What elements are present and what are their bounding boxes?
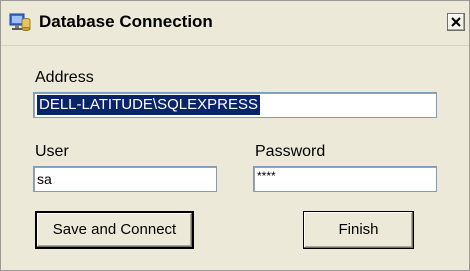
finish-button[interactable]: Finish [303, 211, 414, 249]
user-label: User [35, 143, 69, 160]
dialog-body: Address DELL-LATITUDE\SQLEXPRESS User sa… [2, 46, 468, 270]
address-input[interactable]: DELL-LATITUDE\SQLEXPRESS [33, 92, 437, 118]
close-button[interactable] [447, 13, 465, 31]
user-value: sa [37, 171, 52, 187]
database-app-icon [9, 11, 31, 33]
password-input[interactable]: **** [253, 166, 437, 192]
title-bar[interactable]: Database Connection [1, 1, 469, 46]
window-title: Database Connection [39, 12, 213, 31]
password-label: Password [255, 143, 326, 160]
finish-label: Finish [338, 221, 379, 238]
save-and-connect-label: Save and Connect [52, 221, 177, 238]
address-label: Address [35, 69, 94, 86]
user-input[interactable]: sa [33, 166, 217, 192]
address-value: DELL-LATITUDE\SQLEXPRESS [37, 95, 260, 115]
password-value: **** [257, 169, 276, 183]
database-connection-dialog: Database Connection Address DELL-LATITUD… [0, 0, 470, 271]
save-and-connect-button[interactable]: Save and Connect [35, 211, 194, 249]
